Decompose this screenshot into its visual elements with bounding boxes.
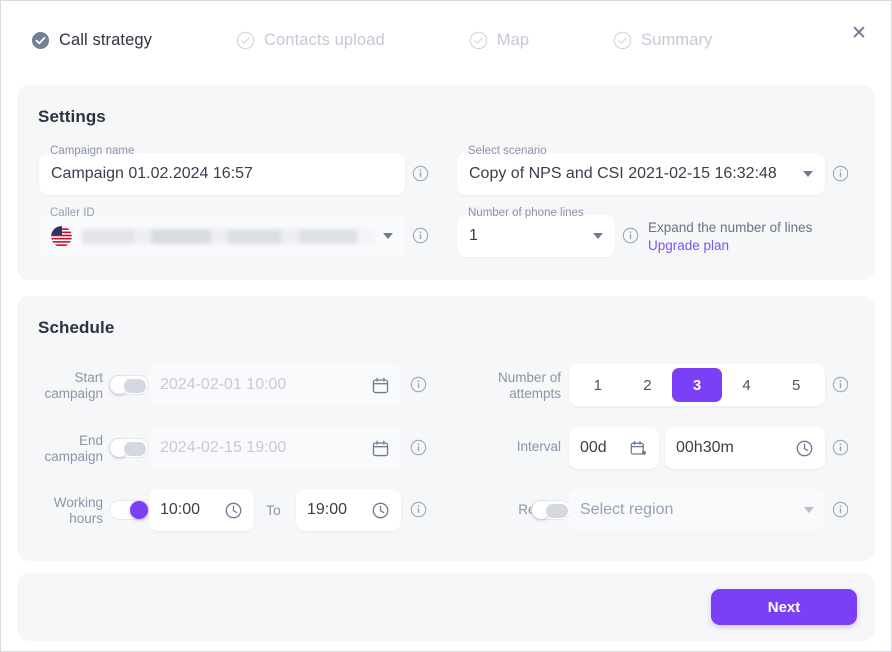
attempts-selector: 1 2 3 4 5: [569, 364, 825, 406]
caller-id-value-redacted: [81, 228, 375, 244]
phone-lines-field[interactable]: Number of phone lines 1: [457, 207, 615, 257]
end-campaign-label: End campaign: [44, 433, 103, 464]
expand-lines-note: Expand the number of lines Upgrade plan: [648, 219, 812, 255]
campaign-name-field[interactable]: Campaign name Campaign 01.02.2024 16:57: [39, 145, 405, 195]
interval-days-field[interactable]: 00d: [569, 427, 659, 469]
clock-icon[interactable]: [371, 501, 390, 520]
start-campaign-datetime-field[interactable]: 2024-02-01 10:00: [149, 364, 401, 406]
phone-lines-value: 1: [469, 227, 478, 244]
clock-icon[interactable]: [224, 501, 243, 520]
select-scenario-field[interactable]: Select scenario Copy of NPS and CSI 2021…: [457, 145, 825, 195]
schedule-title: Schedule: [38, 318, 115, 337]
close-icon[interactable]: ✕: [844, 18, 874, 48]
attempt-option-3[interactable]: 3: [672, 368, 722, 402]
end-campaign-info-icon[interactable]: [410, 439, 427, 456]
attempt-option-1[interactable]: 1: [573, 368, 623, 402]
calendar-icon[interactable]: [371, 439, 390, 458]
call-strategy-dialog: Call strategy Contacts upload Map Summar…: [0, 0, 892, 652]
campaign-name-label: Campaign name: [50, 145, 135, 157]
settings-title: Settings: [38, 107, 106, 126]
start-campaign-info-icon[interactable]: [410, 376, 427, 393]
step-label: Call strategy: [59, 31, 153, 49]
step-contacts-upload[interactable]: Contacts upload: [236, 31, 385, 50]
working-hours-from-field[interactable]: 10:00: [149, 489, 254, 531]
working-hours-separator: To: [266, 502, 281, 518]
caller-id-label: Caller ID: [50, 207, 95, 219]
select-scenario-info-icon[interactable]: [832, 165, 849, 182]
attempt-option-5[interactable]: 5: [771, 368, 821, 402]
clock-icon[interactable]: [795, 439, 814, 458]
step-label: Summary: [641, 31, 713, 49]
start-campaign-value: 2024-02-01 10:00: [160, 376, 287, 393]
chevron-down-icon[interactable]: [383, 233, 393, 239]
step-map[interactable]: Map: [469, 31, 529, 50]
interval-time-field[interactable]: 00h30m: [665, 427, 825, 469]
check-circle-outline-icon: [469, 31, 488, 50]
start-campaign-label: Start campaign: [44, 370, 103, 401]
end-campaign-toggle[interactable]: [109, 438, 149, 458]
working-hours-label: Working hours: [53, 495, 103, 526]
toggle-track: [124, 379, 146, 393]
region-toggle[interactable]: [531, 500, 571, 520]
attempt-option-4[interactable]: 4: [722, 368, 772, 402]
campaign-name-info-icon[interactable]: [412, 165, 429, 182]
interval-days-value: 00d: [580, 439, 607, 456]
step-label: Contacts upload: [264, 31, 385, 49]
campaign-name-value: Campaign 01.02.2024 16:57: [51, 165, 253, 182]
working-hours-info-icon[interactable]: [410, 501, 427, 518]
us-flag-icon: [51, 225, 72, 247]
toggle-track: [124, 442, 146, 456]
next-button[interactable]: Next: [711, 589, 857, 625]
start-campaign-toggle[interactable]: [109, 375, 149, 395]
attempts-info-icon[interactable]: [832, 376, 849, 393]
chevron-down-icon[interactable]: [804, 507, 814, 513]
check-circle-filled-icon: [31, 31, 50, 50]
caller-id-field[interactable]: Caller ID: [39, 207, 405, 257]
interval-time-value: 00h30m: [676, 439, 734, 456]
check-circle-outline-icon: [613, 31, 632, 50]
region-info-icon[interactable]: [832, 501, 849, 518]
working-hours-to-field[interactable]: 19:00: [296, 489, 401, 531]
phone-lines-info-icon[interactable]: [622, 227, 639, 244]
toggle-track: [546, 504, 568, 518]
chevron-down-icon[interactable]: [593, 233, 603, 239]
working-hours-to-value: 19:00: [307, 501, 348, 518]
region-placeholder: Select region: [580, 501, 674, 518]
upgrade-plan-link[interactable]: Upgrade plan: [648, 237, 812, 255]
step-label: Map: [496, 31, 530, 49]
select-scenario-value: Copy of NPS and CSI 2021-02-15 16:32:48: [469, 165, 777, 182]
end-campaign-datetime-field[interactable]: 2024-02-15 19:00: [149, 427, 401, 469]
attempts-label: Number of attempts: [497, 370, 561, 401]
phone-lines-label: Number of phone lines: [468, 207, 584, 219]
attempt-option-2[interactable]: 2: [623, 368, 673, 402]
interval-info-icon[interactable]: [832, 439, 849, 456]
region-select-field[interactable]: Select region: [569, 489, 825, 531]
end-campaign-value: 2024-02-15 19:00: [160, 439, 287, 456]
working-hours-toggle[interactable]: [109, 500, 149, 520]
step-call-strategy[interactable]: Call strategy: [31, 31, 152, 50]
wizard-stepper: Call strategy Contacts upload Map Summar…: [31, 31, 712, 50]
check-circle-outline-icon: [236, 31, 255, 50]
toggle-knob: [130, 501, 148, 519]
step-summary[interactable]: Summary: [613, 31, 712, 50]
select-scenario-label: Select scenario: [468, 145, 547, 157]
expand-lines-text: Expand the number of lines: [648, 220, 813, 235]
working-hours-from-value: 10:00: [160, 501, 201, 518]
caller-id-info-icon[interactable]: [412, 227, 429, 244]
chevron-down-icon[interactable]: [803, 171, 813, 177]
calendar-icon[interactable]: [371, 376, 390, 395]
interval-label: Interval: [516, 439, 561, 454]
calendar-days-icon[interactable]: [629, 439, 648, 458]
